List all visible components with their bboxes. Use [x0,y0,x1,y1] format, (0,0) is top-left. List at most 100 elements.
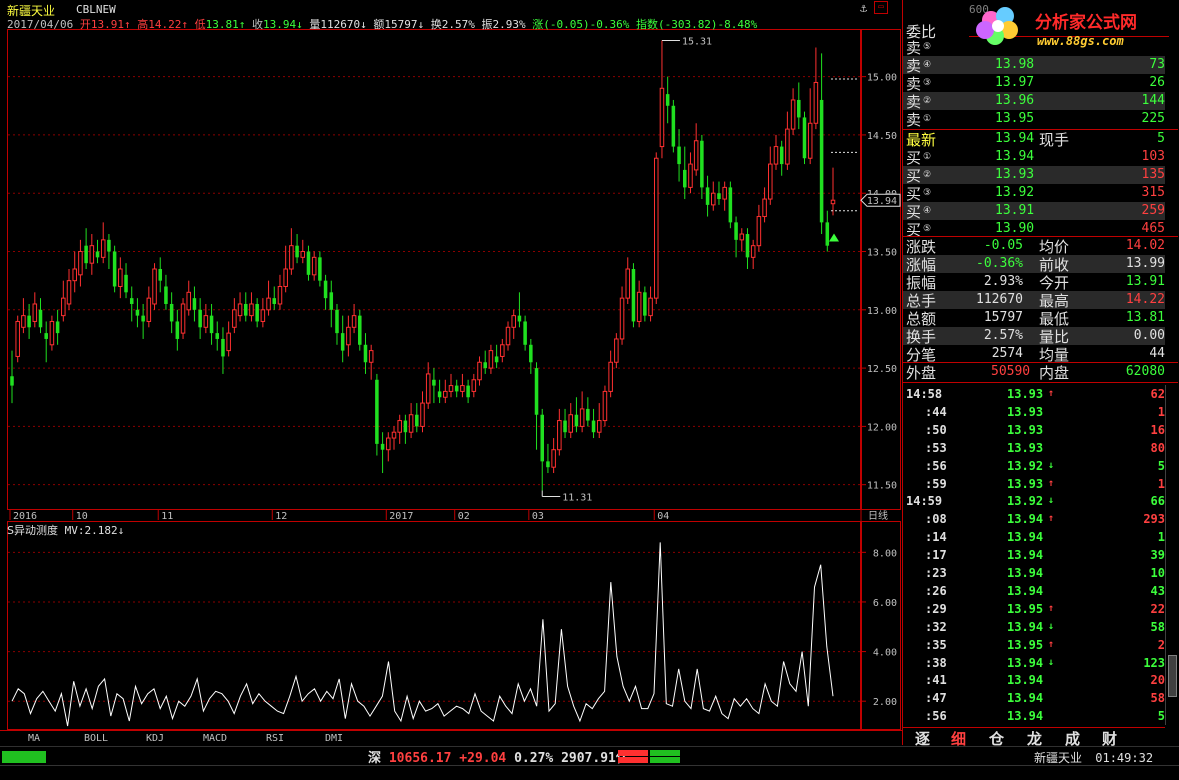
formula-name: CBLNEW [76,3,116,16]
idx-value: (-303.82)-8.48% [657,18,758,31]
vol-arrow: ↓ [360,18,367,31]
anchor-icon[interactable]: ⚓ [860,1,867,15]
tick-volume: 5 [1157,458,1165,473]
tick-row[interactable]: :59 13.93 ↑ 1 [903,475,1165,493]
high-arrow: ↑ [181,18,188,31]
tick-row[interactable]: :23 13.94 10 [903,564,1165,582]
candle-body [118,268,123,287]
market-label: 深 [368,751,382,766]
candle-body [653,157,659,299]
tab-rsi[interactable]: RSI [266,733,284,744]
candle-body [323,280,328,299]
kline-chart[interactable]: 15.0014.5014.0013.5013.0012.5012.0011.50… [0,0,902,745]
tick-row[interactable]: :47 13.94 58 [903,689,1165,707]
tick-row[interactable]: :26 13.94 43 [903,582,1165,600]
buy-row[interactable]: 买 ④ 13.91 259 [903,202,1165,221]
candle-body [255,303,259,322]
candle-body [636,291,642,322]
tick-row[interactable]: :29 13.95 ↑ 22 [903,600,1165,618]
low-value: 13.81 [205,18,239,31]
candle-body [540,414,544,462]
tick-row[interactable]: :56 13.94 5 [903,707,1165,725]
stat-row: 换手 2.57% 量比 0.00 [903,327,1165,346]
tick-volume: 66 [1150,494,1165,509]
tick-volume: 58 [1150,619,1165,634]
candle-body [523,321,527,345]
tick-scrollbar[interactable] [1165,385,1178,725]
tick-price: 13.94 [1007,566,1044,580]
candle-body [38,309,43,328]
tick-row[interactable]: :41 13.94 20 [903,671,1165,689]
amt-value: 15797 [384,18,418,31]
tab-boll[interactable]: BOLL [84,733,108,744]
tick-time: :08 [925,512,947,527]
candle-body [619,297,625,340]
tick-row[interactable]: :44 13.93 1 [903,403,1165,421]
tick-row[interactable]: :56 13.92 ↓ 5 [903,457,1165,475]
buy-row[interactable]: 买 ③ 13.92 315 [903,184,1165,203]
status-indicator-left [2,751,46,763]
candle-body [61,297,66,317]
sell-price: 13.97 [995,75,1035,90]
tick-row[interactable]: :32 13.94 ↓ 58 [903,618,1165,636]
y-tick-label: 11.50 [867,481,897,492]
candle-body [408,414,414,433]
turn-label: 换 [430,18,442,31]
scroll-thumb[interactable] [1168,655,1177,697]
candle-body [551,449,556,468]
sell-volume: 225 [1141,111,1165,126]
stat-row: 涨幅 -0.36% 前收 13.99 [903,255,1165,274]
x-tick-label: 02 [458,511,470,522]
period-label: 日线 [868,509,888,522]
x-tick-label: 2016 [13,511,37,522]
stat-row: 总额 15797 最低 13.81 [903,309,1165,328]
candle-body [471,379,477,392]
tick-row[interactable]: :14 13.94 1 [903,528,1165,546]
stat-row: 分笔 2574 均量 44 [903,345,1165,364]
candle-body [671,105,676,147]
sell-row[interactable]: 卖 ③ 13.97 26 [903,74,1165,93]
tick-row[interactable]: :08 13.94 ↑ 293 [903,510,1165,528]
candle-body [237,303,243,317]
candle-body [602,390,608,422]
tab-kdj[interactable]: KDJ [146,733,164,744]
candle-body [55,321,60,334]
candle-body [368,350,374,363]
buy-row[interactable]: 买 ① 13.94 103 [903,148,1165,167]
buy-row[interactable]: 买 ② 13.93 135 [903,166,1165,185]
candle-body [100,239,106,258]
tick-row[interactable]: 14:58 13.93 ↑ 62 [903,385,1165,403]
candle-body [494,356,499,363]
close-label: 收 [251,18,263,31]
tick-volume: 62 [1150,387,1165,401]
tick-row[interactable]: 14:59 13.92 ↓ 66 [903,492,1165,510]
tab-macd[interactable]: MACD [203,733,227,744]
tick-row[interactable]: :38 13.94 ↓ 123 [903,654,1165,672]
candle-body [762,198,767,218]
tick-row[interactable]: :17 13.94 39 [903,546,1165,564]
level-icon: ③ [923,188,932,198]
tick-arrow: ↑ [1048,602,1055,614]
sell-row[interactable]: 卖 ② 13.96 144 [903,92,1165,111]
sell-row[interactable]: 卖 ① 13.95 225 [903,110,1165,129]
amt-arrow: ↓ [417,18,425,31]
candle-body [534,368,539,415]
candle-body [221,338,225,357]
tick-price: 13.93 [1007,440,1044,455]
tick-row[interactable]: :50 13.93 16 [903,421,1165,439]
stat-value: 0.00 [1133,328,1165,343]
tab-dmi[interactable]: DMI [325,733,343,744]
restore-window-icon[interactable]: ▭ [874,1,888,14]
candle-body [717,193,721,200]
chart-area[interactable]: 15.0014.5014.0013.5013.0012.5012.0011.50… [0,0,902,745]
buy-volume: 465 [1141,221,1165,236]
level-icon: ⑤ [923,224,932,234]
tick-row[interactable]: :35 13.95 ↑ 2 [903,636,1165,654]
tab-ma[interactable]: MA [28,733,40,744]
tick-volume: 20 [1150,673,1165,688]
candle-body [415,414,419,427]
tick-arrow: ↑ [1048,477,1055,489]
candle-body [363,344,368,363]
tick-row[interactable]: :53 13.93 80 [903,439,1165,457]
sell-row[interactable]: 卖 ④ 13.98 73 [903,56,1165,75]
